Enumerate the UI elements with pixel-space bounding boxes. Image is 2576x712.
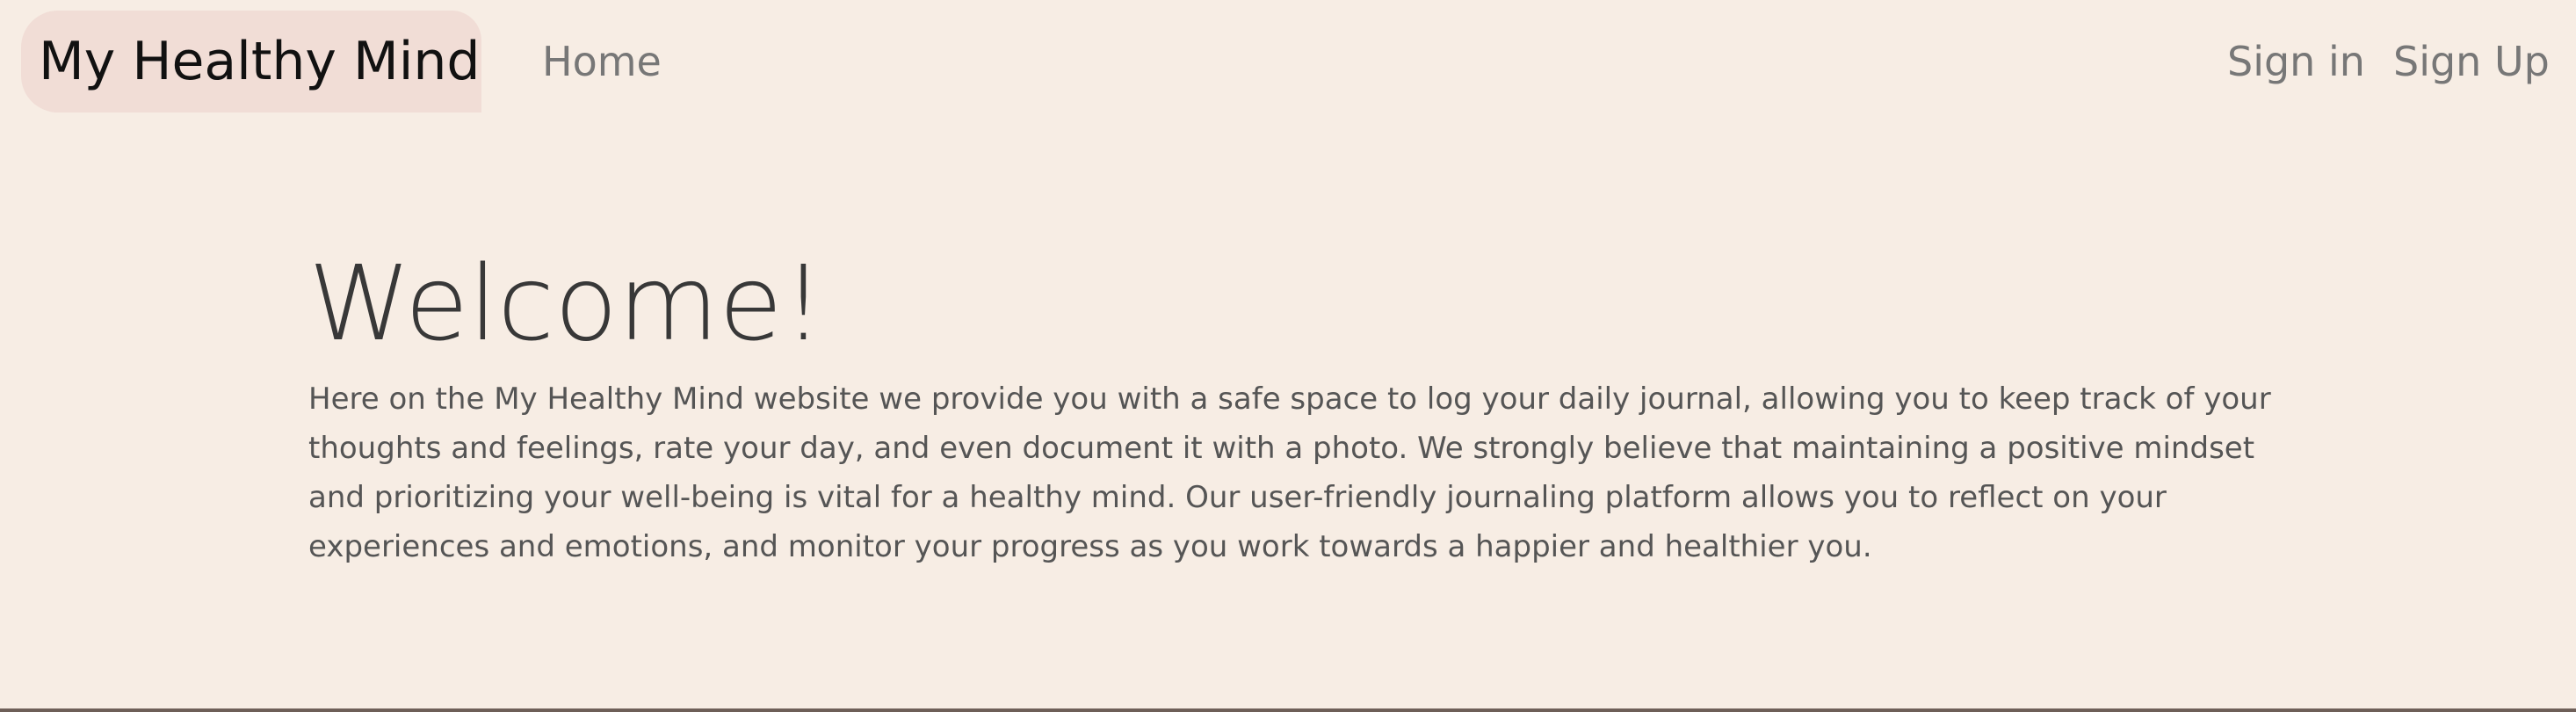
section-divider (0, 708, 2576, 712)
nav-home-link[interactable]: Home (542, 35, 662, 88)
intro-text: Here on the My Healthy Mind website we p… (308, 381, 2271, 564)
sign-in-link[interactable]: Sign in (2227, 35, 2365, 88)
brand-link[interactable]: My Healthy Mind (21, 11, 481, 113)
hero-section: Welcome! Here on the My Healthy Mind web… (308, 237, 2285, 571)
sign-up-link[interactable]: Sign Up (2393, 35, 2550, 88)
navbar: My Healthy Mind Home Sign in Sign Up (0, 0, 2576, 123)
page-title: Welcome! (308, 243, 825, 364)
